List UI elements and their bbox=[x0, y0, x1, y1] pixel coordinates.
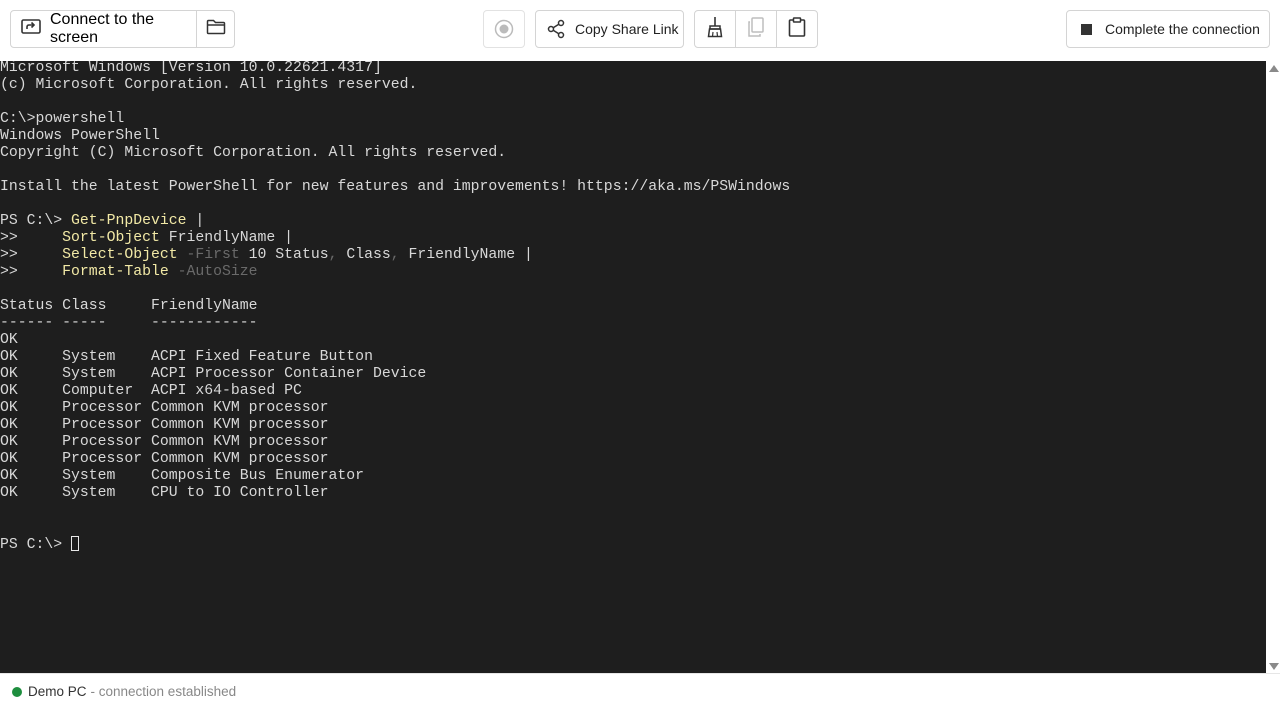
connection-status-text: - connection established bbox=[90, 684, 237, 699]
connect-label: Connect to the screen bbox=[50, 11, 155, 46]
connection-status-dot-icon bbox=[12, 686, 22, 697]
status-bar: Demo PC - connection established bbox=[0, 673, 1280, 709]
terminal-line: Windows PowerShell bbox=[0, 128, 160, 144]
terminal-line: OK System ACPI Fixed Feature Button bbox=[0, 349, 373, 365]
terminal-line: OK Processor Common KVM processor bbox=[0, 451, 329, 467]
terminal-line: >> Sort-Object FriendlyName | bbox=[0, 230, 294, 246]
terminal-line: PS C:\> bbox=[0, 536, 80, 553]
terminal-line: Microsoft Windows [Version 10.0.22621.43… bbox=[0, 61, 382, 76]
broom-icon bbox=[705, 16, 725, 43]
terminal-line: OK System CPU to IO Controller bbox=[0, 485, 329, 501]
toolbar: Connect to the screen Copy Share Link Co… bbox=[0, 0, 1280, 61]
terminal-line: OK bbox=[0, 332, 18, 348]
terminal-line: >> Select-Object -First 10 Status, Class… bbox=[0, 247, 533, 263]
terminal-line: >> Format-Table -AutoSize bbox=[0, 264, 258, 280]
terminal-scrollbar[interactable] bbox=[1266, 61, 1280, 673]
copy-button[interactable] bbox=[735, 11, 775, 47]
paste-button[interactable] bbox=[775, 11, 817, 47]
terminal-line: (c) Microsoft Corporation. All rights re… bbox=[0, 77, 418, 93]
folder-icon bbox=[206, 19, 226, 40]
terminal-line: OK System Composite Bus Enumerator bbox=[0, 468, 365, 484]
terminal-output: Microsoft Windows [Version 10.0.22621.43… bbox=[0, 61, 790, 554]
clear-button[interactable] bbox=[695, 11, 735, 47]
record-icon bbox=[494, 19, 514, 39]
terminal-line: ------ ----- ------------ bbox=[0, 315, 258, 331]
copy-share-link-label: Copy Share Link bbox=[575, 21, 679, 37]
terminal-window[interactable]: Microsoft Windows [Version 10.0.22621.43… bbox=[0, 61, 1266, 673]
terminal-line: OK Processor Common KVM processor bbox=[0, 400, 329, 416]
terminal-line: OK System ACPI Processor Container Devic… bbox=[0, 366, 427, 382]
copy-icon bbox=[747, 16, 765, 42]
complete-connection-label: Complete the connection bbox=[1105, 21, 1260, 37]
folder-button[interactable] bbox=[196, 11, 234, 47]
copy-share-link-button[interactable]: Copy Share Link bbox=[535, 10, 684, 48]
stop-icon bbox=[1081, 23, 1092, 35]
terminal-line: C:\>powershell bbox=[0, 111, 125, 127]
scroll-up-arrow-icon[interactable] bbox=[1269, 65, 1279, 72]
connect-to-screen-button[interactable]: Connect to the screen bbox=[11, 11, 196, 47]
terminal-cursor bbox=[71, 536, 80, 551]
pc-name: Demo PC bbox=[28, 684, 87, 699]
terminal-line: Copyright (C) Microsoft Corporation. All… bbox=[0, 145, 507, 161]
terminal-line: Install the latest PowerShell for new fe… bbox=[0, 179, 791, 195]
complete-connection-button[interactable]: Complete the connection bbox=[1066, 10, 1270, 48]
share-icon bbox=[546, 19, 566, 39]
screen-share-icon bbox=[21, 18, 41, 40]
scroll-down-arrow-icon[interactable] bbox=[1269, 663, 1279, 670]
clipboard-icon bbox=[788, 16, 806, 42]
terminal-line: OK Processor Common KVM processor bbox=[0, 417, 329, 433]
terminal-line: OK Computer ACPI x64-based PC bbox=[0, 383, 302, 399]
record-button[interactable] bbox=[483, 10, 525, 48]
connection-group: Connect to the screen bbox=[10, 10, 235, 48]
clipboard-group bbox=[694, 10, 818, 48]
terminal-line: OK Processor Common KVM processor bbox=[0, 434, 329, 450]
terminal-line: Status Class FriendlyName bbox=[0, 298, 258, 314]
terminal-line: PS C:\> Get-PnpDevice | bbox=[0, 213, 205, 229]
